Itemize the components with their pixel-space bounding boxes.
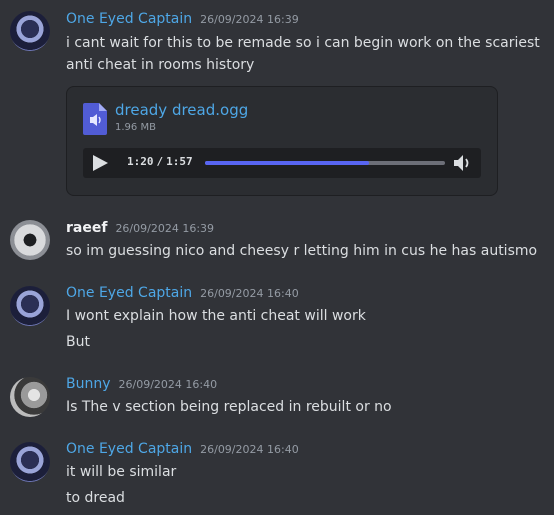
message-timestamp: 26/09/2024 16:39 — [200, 13, 299, 26]
time-separator: / — [156, 155, 164, 168]
audio-file-icon — [83, 103, 107, 135]
message-text: it will be similar — [66, 464, 177, 480]
message-text: so im guessing nico and cheesy r letting… — [66, 243, 538, 259]
time-display: 1:20/1:57 — [127, 155, 193, 168]
author-name[interactable]: One Eyed Captain — [66, 11, 192, 27]
message-text: But — [66, 334, 90, 350]
audio-attachment: dready dread.ogg 1.96 MB 1:20/1:57 — [66, 86, 498, 196]
progress-fill — [205, 161, 370, 165]
author-name[interactable]: raeef — [66, 220, 107, 236]
author-name[interactable]: One Eyed Captain — [66, 441, 192, 457]
author-name[interactable]: One Eyed Captain — [66, 285, 192, 301]
message-timestamp: 26/09/2024 16:40 — [200, 287, 299, 300]
volume-icon[interactable] — [453, 154, 473, 172]
avatar[interactable] — [10, 442, 50, 482]
current-time: 1:20 — [127, 155, 154, 168]
message-text: to dread — [66, 490, 125, 506]
play-icon[interactable] — [91, 154, 109, 172]
audio-player: 1:20/1:57 — [83, 148, 481, 178]
file-name-link[interactable]: dready dread.ogg — [115, 101, 248, 119]
message-text: i cant wait for this to be remade so i c… — [66, 35, 540, 73]
duration: 1:57 — [166, 155, 193, 168]
message-timestamp: 26/09/2024 16:40 — [118, 378, 218, 391]
progress-bar[interactable] — [205, 161, 445, 165]
avatar[interactable] — [10, 286, 50, 326]
avatar[interactable] — [10, 11, 50, 51]
message-timestamp: 26/09/2024 16:40 — [200, 443, 299, 456]
message-timestamp: 26/09/2024 16:39 — [115, 222, 215, 235]
file-size: 1.96 MB — [115, 122, 156, 133]
message-text: Is The v section being replaced in rebui… — [66, 399, 392, 415]
message-text: I wont explain how the anti cheat will w… — [66, 308, 366, 324]
author-name[interactable]: Bunny — [66, 376, 111, 392]
avatar[interactable] — [10, 220, 50, 260]
avatar[interactable] — [10, 377, 50, 417]
